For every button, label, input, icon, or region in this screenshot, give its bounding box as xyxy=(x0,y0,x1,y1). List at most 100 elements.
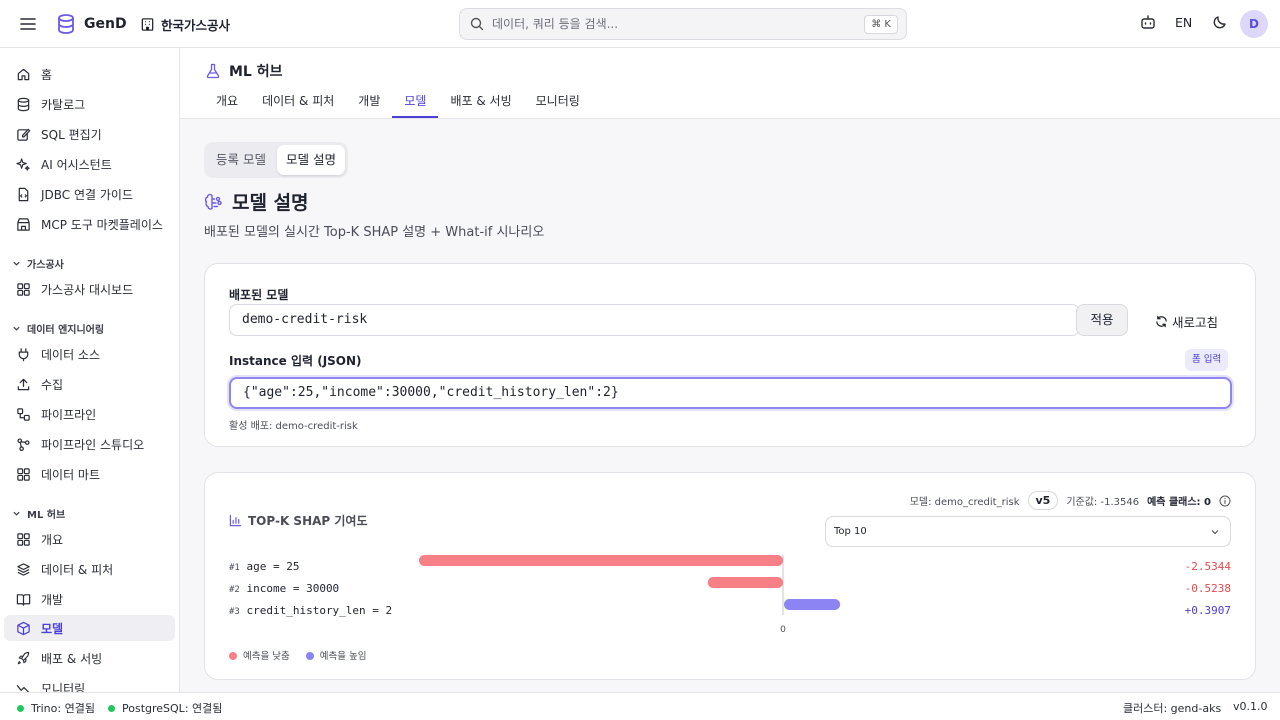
model-name-field[interactable]: demo-credit-risk xyxy=(229,304,1080,336)
sidebar-item-label: 수집 xyxy=(41,377,64,392)
chevron-down-icon xyxy=(1211,530,1219,535)
edit-icon xyxy=(17,127,31,141)
sidebar: 홈 카탈로그 SQL 편집기 AI 어시스턴트 JDBC 연결 가이드 MCP … xyxy=(0,48,180,692)
user-avatar[interactable]: D xyxy=(1240,10,1268,38)
home-icon xyxy=(17,68,30,80)
app-version: v0.1.0 xyxy=(1233,700,1268,713)
database-logo-icon xyxy=(58,14,74,34)
shap-card: TOP-K SHAP 기여도 모델: demo_credit_risk v5 기… xyxy=(204,472,1256,680)
feature-rank: #3 xyxy=(229,607,240,617)
org-name: 한국가스공사 xyxy=(161,18,231,33)
feature-row-2: #2 income = 30000 xyxy=(229,582,339,595)
shap-bar-chart: 0 xyxy=(419,555,841,635)
sidebar-item-ml-model[interactable]: 모델 xyxy=(4,615,175,641)
shap-bar-age xyxy=(419,555,783,566)
menu-icon[interactable] xyxy=(18,15,38,33)
sidebar-item-ml-develop[interactable]: 개발 xyxy=(4,586,175,612)
cube-icon xyxy=(17,621,30,635)
segment-model-explain[interactable]: 모델 설명 xyxy=(276,145,345,175)
tab-overview[interactable]: 개요 xyxy=(204,88,250,118)
sidebar-item-pipeline[interactable]: 파이프라인 xyxy=(4,401,175,427)
status-ok-dot xyxy=(17,704,24,712)
instance-json-field[interactable]: {"age":25,"income":30000,"credit_history… xyxy=(229,377,1232,409)
legend-negative: 예측을 낮춤 xyxy=(229,648,290,662)
segment-registered-models[interactable]: 등록 모델 xyxy=(207,145,275,175)
tab-model[interactable]: 모델 xyxy=(392,88,439,118)
tab-monitoring[interactable]: 모니터링 xyxy=(524,88,592,118)
sparkle-icon xyxy=(16,157,30,171)
tab-data-features[interactable]: 데이터 & 피처 xyxy=(250,88,346,118)
tab-deploy-serving[interactable]: 배포 & 서빙 xyxy=(438,88,523,118)
version-badge: v5 xyxy=(1027,491,1059,510)
sidebar-item-ml-monitoring[interactable]: 모니터링 xyxy=(4,675,175,692)
sidebar-item-label: SQL 편집기 xyxy=(41,127,102,142)
sidebar-item-label: 데이터 소스 xyxy=(41,347,101,362)
sidebar-item-label: JDBC 연결 가이드 xyxy=(41,187,134,202)
book-icon xyxy=(16,593,31,606)
sidebar-item-label: AI 어시스턴트 xyxy=(41,157,112,172)
feature-label: credit_history_len = 2 xyxy=(246,604,393,617)
sidebar-item-ml-data-features[interactable]: 데이터 & 피처 xyxy=(4,556,175,582)
status-ok-dot xyxy=(108,704,115,712)
search-input[interactable] xyxy=(492,17,852,31)
org-selector[interactable]: 한국가스공사 xyxy=(140,15,230,34)
sidebar-item-label: 배포 & 서빙 xyxy=(41,651,103,666)
layers-icon xyxy=(17,562,30,576)
sidebar-item-ingest[interactable]: 수집 xyxy=(4,371,175,397)
tab-develop[interactable]: 개발 xyxy=(346,88,392,118)
section-title: 가스공사 xyxy=(27,260,64,271)
app-logo[interactable]: GenD xyxy=(56,13,127,35)
topk-select[interactable]: Top 10 xyxy=(825,516,1231,547)
sidebar-item-home[interactable]: 홈 xyxy=(4,61,175,87)
refresh-label: 새로고침 xyxy=(1172,315,1219,330)
hub-tabs: 개요 데이터 & 피처 개발 모델 배포 & 서빙 모니터링 xyxy=(204,88,592,118)
sidebar-item-catalog[interactable]: 카탈로그 xyxy=(4,91,175,117)
sidebar-item-pipeline-studio[interactable]: 파이프라인 스튜디오 xyxy=(4,431,175,457)
hub-title: ML 허브 xyxy=(205,61,283,81)
grid-icon xyxy=(17,282,30,296)
bot-icon[interactable] xyxy=(1140,14,1156,30)
moon-icon[interactable] xyxy=(1212,14,1228,30)
global-search[interactable]: ⌘ K xyxy=(459,8,907,40)
sidebar-item-mcp-marketplace[interactable]: MCP 도구 마켓플레이스 xyxy=(4,211,175,237)
apply-button[interactable]: 적용 xyxy=(1076,304,1128,336)
shap-legend: 예측을 낮춤 예측을 높임 xyxy=(229,648,366,662)
search-icon xyxy=(470,17,484,31)
section-data-engineering-toggle[interactable]: 데이터 엔지니어링 xyxy=(12,321,104,336)
upload-icon xyxy=(17,378,30,390)
brain-icon xyxy=(204,193,222,210)
shap-value-2: -0.5238 xyxy=(1184,582,1231,595)
git-branch-icon xyxy=(17,437,30,451)
info-icon[interactable] xyxy=(1219,495,1231,507)
sidebar-item-data-source[interactable]: 데이터 소스 xyxy=(4,341,175,367)
feature-label: age = 25 xyxy=(246,560,300,573)
shap-value-3: +0.3907 xyxy=(1184,604,1231,617)
language-toggle[interactable]: EN xyxy=(1175,15,1192,30)
sidebar-item-gas-dashboard[interactable]: 가스공사 대시보드 xyxy=(4,276,175,302)
explain-input-card: 배포된 모델 demo-credit-risk 적용 새로고침 Instance… xyxy=(204,263,1256,447)
flask-icon xyxy=(206,63,220,79)
section-gas-toggle[interactable]: 가스공사 xyxy=(12,256,64,271)
sidebar-item-ai-assistant[interactable]: AI 어시스턴트 xyxy=(4,151,175,177)
sidebar-item-data-mart[interactable]: 데이터 마트 xyxy=(4,461,175,487)
sidebar-item-label: 개요 xyxy=(41,532,64,547)
sidebar-item-jdbc-guide[interactable]: JDBC 연결 가이드 xyxy=(4,181,175,207)
feature-label: income = 30000 xyxy=(246,582,340,595)
trino-status: Trino: 연결됨 xyxy=(17,700,95,716)
form-input-button[interactable]: 폼 입력 xyxy=(1185,349,1229,371)
section-ml-hub-toggle[interactable]: ML 허브 xyxy=(12,506,65,521)
feature-row-1: #1 age = 25 xyxy=(229,560,299,573)
sidebar-item-ml-deploy[interactable]: 배포 & 서빙 xyxy=(4,645,175,671)
section-title: 데이터 엔지니어링 xyxy=(27,325,105,336)
sidebar-item-sql-editor[interactable]: SQL 편집기 xyxy=(4,121,175,147)
workflow-icon xyxy=(17,407,30,421)
search-shortcut: ⌘ K xyxy=(864,15,898,34)
rocket-icon xyxy=(17,651,30,664)
sidebar-item-ml-overview[interactable]: 개요 xyxy=(4,526,175,552)
refresh-icon xyxy=(1156,315,1167,328)
building-icon xyxy=(141,18,154,31)
section-title: ML 허브 xyxy=(27,510,66,521)
refresh-button[interactable]: 새로고침 xyxy=(1155,312,1218,331)
store-icon xyxy=(17,217,30,231)
model-label: 배포된 모델 xyxy=(229,288,289,302)
